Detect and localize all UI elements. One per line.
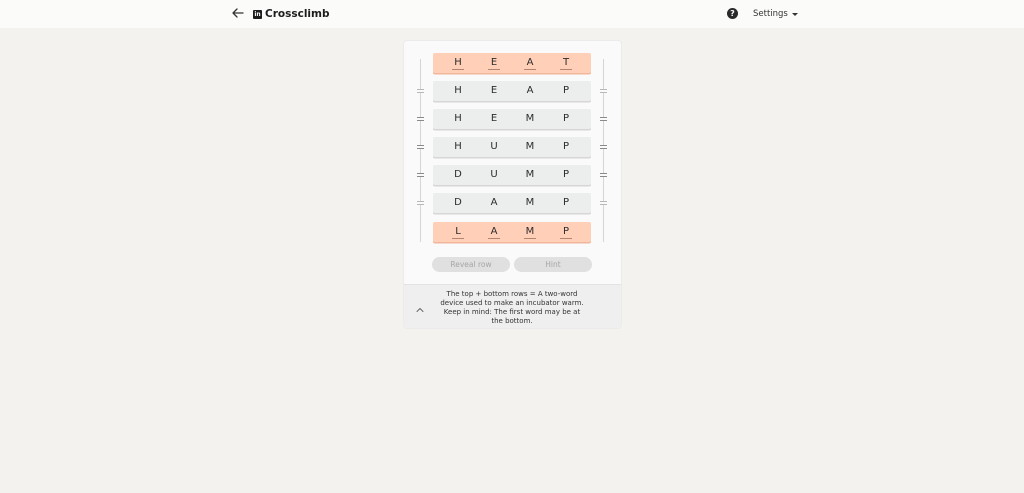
- letter-tile: P: [562, 85, 570, 96]
- word-row-top[interactable]: H E A T: [433, 53, 591, 73]
- letter-tile: M: [525, 113, 535, 124]
- letter-tile: H: [452, 57, 464, 70]
- letter-tile: H: [454, 113, 462, 124]
- caret-down-icon: [791, 12, 798, 16]
- letter-tile: A: [490, 197, 498, 208]
- drag-handle-icon[interactable]: [600, 173, 607, 177]
- letter-tile: P: [562, 113, 570, 124]
- hint-button[interactable]: Hint: [514, 257, 592, 272]
- letter-tile: P: [562, 169, 570, 180]
- letter-tile: M: [525, 169, 535, 180]
- letter-tile: P: [562, 197, 570, 208]
- letter-tile: E: [488, 57, 500, 70]
- letter-tile: H: [454, 141, 462, 152]
- brand: in Crossclimb: [253, 7, 329, 21]
- letter-tile: D: [454, 197, 462, 208]
- letter-tile: U: [490, 141, 498, 152]
- letter-tile: H: [454, 85, 462, 96]
- drag-handle-icon[interactable]: [417, 173, 424, 177]
- letter-tile: U: [490, 169, 498, 180]
- settings-label: Settings: [753, 9, 788, 19]
- letter-tile: A: [524, 57, 536, 70]
- help-icon[interactable]: ?: [727, 8, 738, 19]
- letter-tile: M: [525, 197, 535, 208]
- letter-tile: L: [452, 226, 464, 239]
- letter-tile: P: [560, 226, 572, 239]
- clue-text: The top + bottom rows = A two-word devic…: [440, 290, 584, 325]
- letter-tile: E: [490, 85, 498, 96]
- letter-tile: A: [526, 85, 534, 96]
- word-row[interactable]: H U M P: [433, 137, 591, 157]
- word-row[interactable]: H E A P: [433, 81, 591, 101]
- clue-panel: The top + bottom rows = A two-word devic…: [404, 284, 621, 328]
- drag-handle-icon[interactable]: [600, 201, 607, 205]
- drag-handle-icon[interactable]: [417, 117, 424, 121]
- reveal-row-button[interactable]: Reveal row: [432, 257, 510, 272]
- back-arrow-icon[interactable]: [231, 6, 245, 20]
- game-card: H E A T H E A P H E M P H U M P D U M P …: [403, 40, 622, 329]
- letter-tile: M: [525, 141, 535, 152]
- drag-handle-icon[interactable]: [600, 145, 607, 149]
- right-rail: [603, 59, 604, 242]
- word-row[interactable]: D A M P: [433, 193, 591, 213]
- letter-tile: E: [490, 113, 498, 124]
- top-bar: in Crossclimb ? Settings: [0, 0, 1024, 28]
- game-title: Crossclimb: [265, 8, 330, 20]
- drag-handle-icon[interactable]: [417, 201, 424, 205]
- drag-handle-icon[interactable]: [600, 89, 607, 93]
- letter-tile: P: [562, 141, 570, 152]
- letter-tile: A: [488, 226, 500, 239]
- drag-handle-icon[interactable]: [417, 145, 424, 149]
- chevron-up-icon[interactable]: [416, 299, 424, 312]
- letter-tile: M: [524, 226, 536, 239]
- letter-tile: D: [454, 169, 462, 180]
- linkedin-logo-icon: in: [253, 9, 262, 19]
- left-rail: [420, 59, 421, 242]
- word-row-bottom[interactable]: L A M P: [433, 222, 591, 242]
- word-row[interactable]: H E M P: [433, 109, 591, 129]
- letter-tile: T: [560, 57, 572, 70]
- settings-dropdown[interactable]: Settings: [753, 9, 798, 19]
- word-row[interactable]: D U M P: [433, 165, 591, 185]
- drag-handle-icon[interactable]: [417, 89, 424, 93]
- drag-handle-icon[interactable]: [600, 117, 607, 121]
